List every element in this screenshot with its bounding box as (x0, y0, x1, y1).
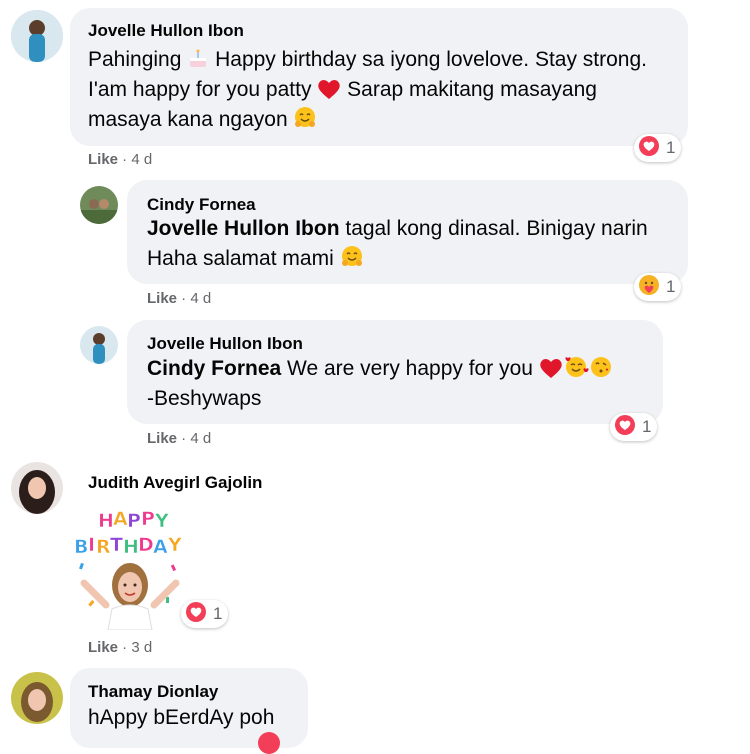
svg-text:A: A (153, 536, 168, 558)
comment-author[interactable]: Thamay Dionlay (88, 682, 218, 702)
comment-time[interactable]: 4 d (190, 430, 211, 447)
reaction-summary[interactable]: 1 (634, 134, 682, 162)
comment-author[interactable]: Jovelle Hullon Ibon (88, 21, 244, 41)
svg-text:P: P (141, 508, 155, 530)
svg-text:I: I (88, 534, 95, 556)
comment-text: Jovelle Hullon Ibon tagal kong dinasal. … (147, 214, 672, 274)
reaction-summary[interactable]: 1 (634, 273, 682, 301)
like-link[interactable]: Like (147, 290, 177, 307)
comment-meta: Like · 4 d (147, 430, 211, 447)
reaction-count: 1 (666, 277, 676, 296)
care-reaction-icon (638, 274, 660, 301)
comment-text-part: -Beshywaps (147, 387, 262, 410)
like-link[interactable]: Like (88, 639, 118, 656)
reaction-count: 1 (666, 138, 676, 157)
meta-separator: · (177, 430, 191, 447)
avatar[interactable] (11, 10, 63, 62)
comment-meta: Like · 4 d (88, 151, 152, 168)
birthday-sticker[interactable]: H A P P Y B I R T H D A Y (70, 505, 190, 631)
svg-text:D: D (138, 534, 154, 556)
svg-text:Y: Y (167, 534, 182, 556)
comment-text-part: Pahinging (88, 48, 182, 71)
love-reaction-icon (638, 135, 660, 162)
meta-separator: · (118, 639, 132, 656)
svg-text:A: A (113, 508, 128, 530)
meta-separator: · (118, 151, 132, 168)
love-reaction-icon (185, 601, 207, 628)
like-link[interactable]: Like (147, 430, 177, 447)
smiling-face-with-hearts-icon (563, 355, 589, 379)
svg-text:T: T (110, 534, 123, 556)
svg-text:B: B (74, 536, 88, 558)
heart-icon (317, 78, 341, 100)
reaction-count: 1 (213, 604, 223, 623)
comment-author[interactable]: Cindy Fornea (147, 195, 256, 215)
mention-link[interactable]: Cindy Fornea (147, 357, 281, 380)
comment-text: Cindy Fornea We are very happy for you -… (147, 354, 652, 414)
hugging-face-icon (293, 106, 317, 130)
heart-icon (539, 357, 563, 379)
meta-separator: · (177, 290, 191, 307)
face-blowing-kiss-icon (589, 355, 613, 379)
avatar[interactable] (80, 326, 118, 364)
mention-link[interactable]: Jovelle Hullon Ibon (147, 217, 340, 240)
comment-time[interactable]: 4 d (190, 290, 211, 307)
svg-text:H: H (123, 536, 139, 558)
hugging-face-icon (340, 245, 364, 269)
reaction-summary[interactable]: 1 (610, 413, 658, 441)
love-reaction-icon (614, 414, 636, 441)
comment-author[interactable]: Jovelle Hullon Ibon (147, 334, 303, 354)
avatar[interactable] (80, 186, 118, 224)
comment-author[interactable]: Judith Avegirl Gajolin (88, 473, 262, 493)
reaction-count: 1 (642, 417, 652, 436)
comment-meta: Like · 4 d (147, 290, 211, 307)
avatar[interactable] (11, 462, 63, 514)
like-link[interactable]: Like (88, 151, 118, 168)
svg-text:R: R (96, 536, 111, 558)
birthday-cake-icon (187, 48, 209, 70)
love-reaction-icon[interactable] (258, 732, 280, 754)
svg-text:H: H (98, 510, 114, 532)
svg-text:P: P (127, 510, 141, 532)
comment-meta: Like · 3 d (88, 639, 152, 656)
birthday-sticker-image: H A P P Y B I R T H D A Y (74, 508, 182, 631)
comment-time[interactable]: 3 d (131, 639, 152, 656)
comment-text-part: We are very happy for you (281, 357, 533, 380)
comment-text: hAppy bEerdAy poh (88, 706, 275, 729)
svg-text:Y: Y (154, 510, 169, 532)
avatar[interactable] (11, 672, 63, 724)
comment-time[interactable]: 4 d (131, 151, 152, 168)
reaction-summary[interactable]: 1 (181, 600, 229, 628)
comment-text: Pahinging Happy birthday sa iyong lovelo… (88, 45, 674, 135)
